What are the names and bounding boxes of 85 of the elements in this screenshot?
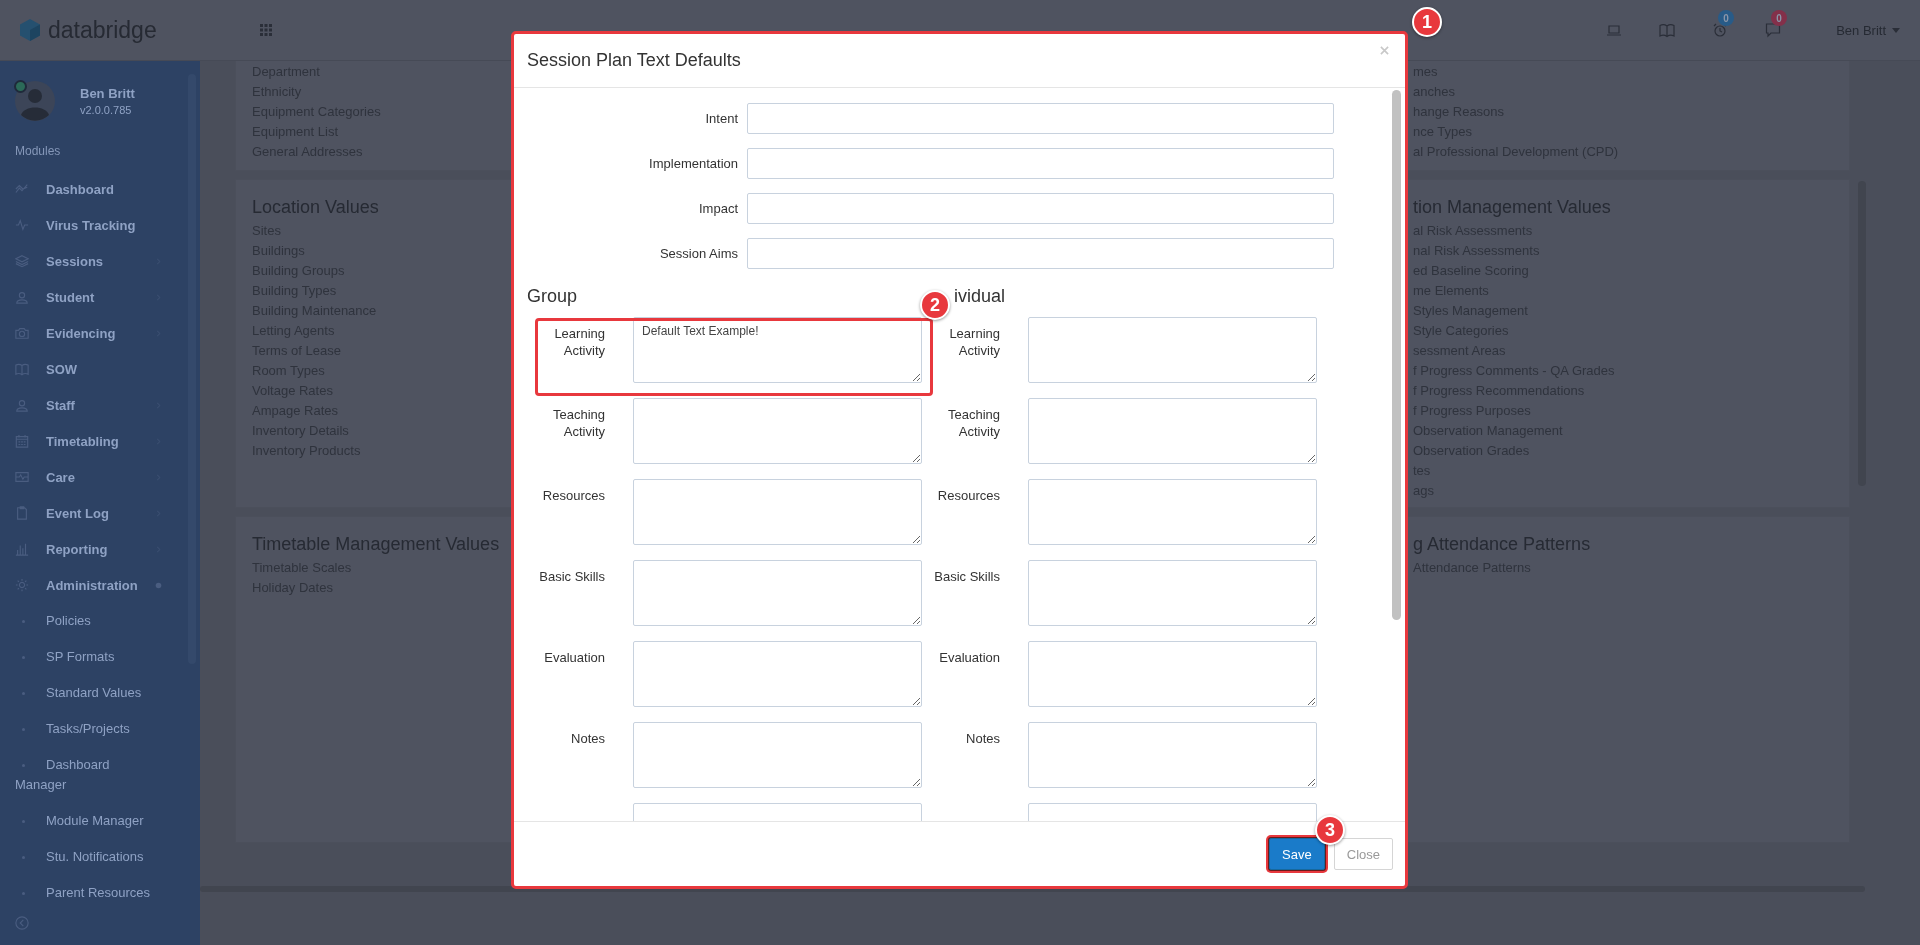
- trend-lines-icon: [15, 182, 29, 196]
- field-label: Intent: [704, 111, 738, 126]
- field-label: Session Aims: [658, 246, 738, 261]
- field-label: Implementation: [648, 156, 738, 171]
- sidebar-item[interactable]: Care: [0, 459, 160, 495]
- laptop-icon[interactable]: [1606, 22, 1623, 38]
- pulse-card-icon: [15, 470, 29, 484]
- bar-chart-icon: [15, 542, 29, 556]
- text-area[interactable]: [633, 479, 922, 545]
- sidebar-subitem[interactable]: Module Manager: [0, 803, 160, 839]
- grid-menu-icon[interactable]: [260, 24, 272, 36]
- text-area[interactable]: [1028, 317, 1317, 383]
- text-area[interactable]: [633, 398, 922, 464]
- field-label: Teaching Activity: [551, 406, 605, 440]
- caret-icon: [1892, 27, 1900, 33]
- pulse-icon: [15, 218, 29, 232]
- sidebar-subitem[interactable]: Policies: [0, 603, 160, 639]
- text-area[interactable]: [1028, 641, 1317, 707]
- sidebar-item[interactable]: SOW: [0, 351, 160, 387]
- field-label: Learning Activity: [553, 325, 605, 359]
- gear-icon: [15, 578, 29, 592]
- sidebar-subitem[interactable]: SP Formats: [0, 639, 160, 675]
- app-version: v2.0.0.785: [80, 104, 133, 116]
- avatar: [15, 81, 55, 121]
- section-label: Modules: [14, 143, 62, 160]
- collapse-icon[interactable]: [15, 916, 29, 930]
- text-area[interactable]: [1028, 479, 1317, 545]
- book-icon: [15, 362, 29, 376]
- close-icon[interactable]: [1380, 46, 1389, 55]
- person-icon: [15, 398, 29, 412]
- section-heading: Group: [527, 285, 578, 308]
- field-label: Resources: [936, 487, 1000, 504]
- sidebar-subitem[interactable]: Tasks/Projects: [0, 711, 160, 747]
- dialog-scrollbar[interactable]: [1392, 90, 1401, 620]
- cube-logo-icon: [18, 18, 42, 42]
- field-label: Impact: [698, 201, 738, 216]
- field-label: Basic Skills: [933, 568, 1000, 585]
- text-field[interactable]: [747, 238, 1334, 269]
- field-label: Evaluation: [543, 649, 605, 666]
- text-area[interactable]: Default Text Example!: [633, 317, 922, 383]
- user-name: Ben Britt: [80, 86, 135, 101]
- text-area[interactable]: [1028, 398, 1317, 464]
- sidebar-item[interactable]: Administration: [0, 567, 160, 603]
- field-label: Teaching Activity: [946, 406, 1000, 440]
- sidebar-item[interactable]: Event Log: [0, 495, 160, 531]
- sidebar-subitem[interactable]: Parent Resources: [0, 875, 160, 901]
- text-area[interactable]: [1028, 560, 1317, 626]
- alarm-clock-icon[interactable]: [1712, 22, 1729, 38]
- text-field[interactable]: [747, 148, 1334, 179]
- sidebar-subitem[interactable]: Dashboard Manager: [0, 747, 160, 803]
- field-label: Learning Activity: [948, 325, 1000, 359]
- text-field[interactable]: [747, 103, 1334, 134]
- sidebar-item[interactable]: Student: [0, 279, 160, 315]
- text-area[interactable]: [1028, 722, 1317, 788]
- sidebar-item[interactable]: Virus Tracking: [0, 207, 160, 243]
- person-icon: [15, 290, 29, 304]
- calendar-icon: [15, 434, 29, 448]
- sidebar-item[interactable]: Timetabling: [0, 423, 160, 459]
- text-area[interactable]: [633, 641, 922, 707]
- sidebar-subitem[interactable]: Stu. Notifications: [0, 839, 160, 875]
- count-badge: 0: [1718, 10, 1735, 26]
- text-area[interactable]: [633, 560, 922, 626]
- field-label: Evaluation: [938, 649, 1000, 666]
- dialog-title: Session Plan Text Defaults: [527, 50, 741, 71]
- field-label: Notes: [965, 730, 1000, 747]
- count-badge: 0: [1771, 10, 1788, 26]
- clipboard-icon: [15, 506, 29, 520]
- section-heading: ividual: [954, 285, 1006, 308]
- sidebar-item[interactable]: Evidencing: [0, 315, 160, 351]
- sidebar-item[interactable]: Reporting: [0, 531, 160, 567]
- sidebar-subitem[interactable]: Standard Values: [0, 675, 160, 711]
- text-field[interactable]: [747, 193, 1334, 224]
- field-label: Basic Skills: [538, 568, 605, 585]
- text-area[interactable]: [633, 722, 922, 788]
- sidebar-item[interactable]: Sessions: [0, 243, 160, 279]
- sidebar-item[interactable]: Staff: [0, 387, 160, 423]
- field-label: Notes: [570, 730, 605, 747]
- layers-icon: [15, 254, 29, 268]
- save-button[interactable]: Save: [1269, 838, 1325, 870]
- chat-bubble-icon[interactable]: [1765, 22, 1782, 38]
- camera-icon: [15, 326, 29, 340]
- field-label: Resources: [541, 487, 605, 504]
- sidebar-item[interactable]: Dashboard: [0, 171, 160, 207]
- close-button[interactable]: Close: [1333, 838, 1393, 870]
- book-icon[interactable]: [1659, 22, 1676, 38]
